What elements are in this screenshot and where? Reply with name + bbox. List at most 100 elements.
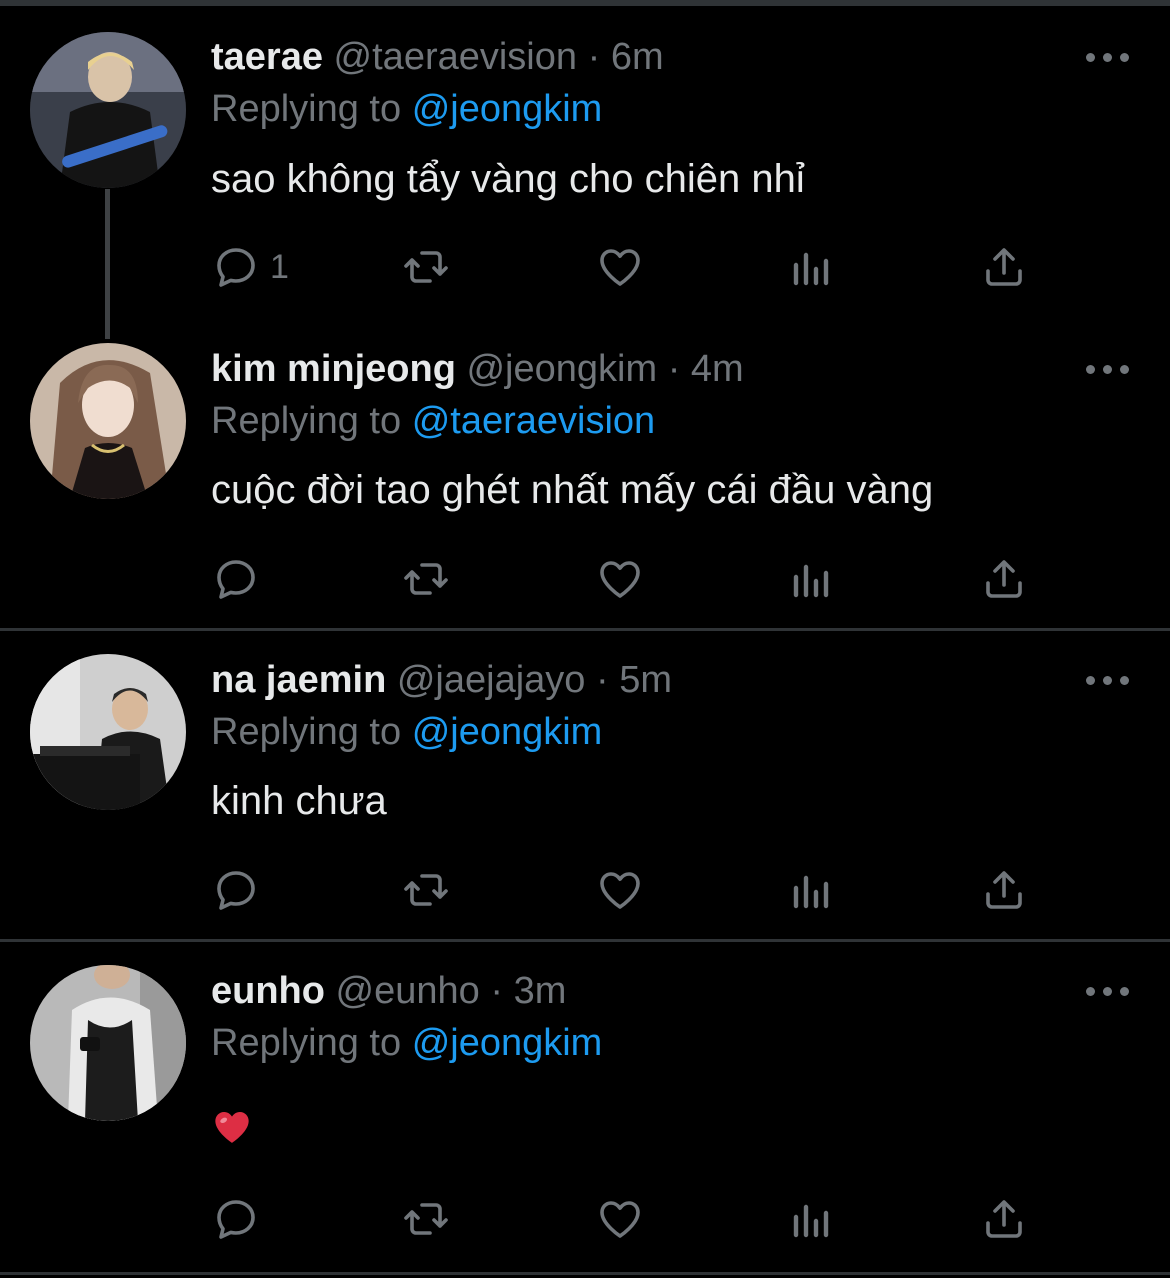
replying-label: Replying to	[211, 711, 402, 753]
like-button[interactable]	[596, 242, 644, 292]
replying-to: Replying to @jeongkim	[211, 709, 602, 755]
views-icon	[793, 252, 829, 286]
user-handle[interactable]: @taeraevision	[334, 36, 577, 78]
avatar[interactable]	[30, 965, 186, 1121]
replying-to: Replying to @jeongkim	[211, 1020, 602, 1066]
replying-label: Replying to	[211, 1022, 402, 1064]
heart-icon	[600, 872, 640, 909]
action-bar	[212, 865, 1072, 915]
timestamp[interactable]: 5m	[619, 659, 672, 701]
heart-icon	[600, 249, 640, 286]
timestamp[interactable]: 6m	[611, 36, 664, 78]
retweet-button[interactable]	[402, 554, 450, 604]
reply-button[interactable]: 1	[212, 242, 289, 292]
heart-icon	[600, 561, 640, 598]
separator-dot: ·	[596, 659, 609, 701]
more-options-button[interactable]	[1086, 50, 1130, 64]
reply-feed: taerae @taeraevision · 6m Replying to @j…	[0, 0, 1170, 1278]
avatar-image	[30, 343, 186, 499]
retweet-icon	[404, 1203, 448, 1235]
share-icon	[986, 871, 1022, 909]
share-icon	[986, 1200, 1022, 1238]
user-handle[interactable]: @eunho	[336, 970, 480, 1012]
replying-label: Replying to	[211, 400, 402, 442]
replying-to: Replying to @taeraevision	[211, 398, 655, 444]
replying-to: Replying to @jeongkim	[211, 86, 602, 132]
reply-count: 1	[270, 247, 289, 286]
avatar[interactable]	[30, 343, 186, 499]
separator-dot: ·	[490, 970, 504, 1012]
display-name[interactable]: kim minjeong	[211, 348, 456, 390]
tweet-header: na jaemin @jaejajayo · 5m	[211, 657, 672, 703]
reply-icon	[217, 1200, 255, 1239]
reply-icon	[217, 871, 255, 910]
separator-dot: ·	[667, 348, 681, 390]
replying-handle-link[interactable]: @jeongkim	[412, 1022, 603, 1064]
reply-button[interactable]	[212, 554, 260, 604]
avatar-image	[30, 965, 186, 1121]
share-button[interactable]	[980, 865, 1028, 915]
user-handle[interactable]: @jeongkim	[466, 348, 657, 390]
timestamp[interactable]: 4m	[691, 348, 744, 390]
thread-connector	[105, 189, 110, 339]
more-options-button[interactable]	[1086, 362, 1130, 376]
retweet-button[interactable]	[402, 865, 450, 915]
like-button[interactable]	[596, 554, 644, 604]
action-bar	[212, 554, 1072, 604]
share-icon	[986, 248, 1022, 286]
red-heart-emoji	[215, 1112, 249, 1143]
views-button[interactable]	[788, 242, 836, 292]
tweet-kim-minjeong[interactable]: kim minjeong @jeongkim · 4m Replying to …	[0, 320, 1170, 630]
avatar-image	[30, 32, 186, 188]
reply-button[interactable]	[212, 1194, 260, 1244]
views-icon	[793, 875, 829, 909]
tweet-text: cuộc đời tao ghét nhất mấy cái đầu vàng	[211, 468, 934, 512]
more-options-button[interactable]	[1086, 673, 1130, 687]
share-button[interactable]	[980, 554, 1028, 604]
action-bar: 1	[212, 242, 1072, 292]
reply-button[interactable]	[212, 865, 260, 915]
views-button[interactable]	[788, 554, 836, 604]
retweet-button[interactable]	[402, 242, 450, 292]
tweet-divider	[0, 1272, 1170, 1275]
heart-icon	[600, 1201, 640, 1238]
tweet-header: kim minjeong @jeongkim · 4m	[211, 346, 744, 392]
reply-icon	[217, 560, 255, 599]
display-name[interactable]: eunho	[211, 970, 325, 1012]
tweet-text: sao không tẩy vàng cho chiên nhỉ	[211, 157, 805, 201]
replying-handle-link[interactable]: @jeongkim	[412, 711, 603, 753]
like-button[interactable]	[596, 865, 644, 915]
more-options-button[interactable]	[1086, 984, 1130, 998]
avatar-image	[30, 654, 186, 810]
views-button[interactable]	[788, 865, 836, 915]
avatar[interactable]	[30, 32, 186, 188]
timestamp[interactable]: 3m	[514, 970, 567, 1012]
retweet-icon	[404, 563, 448, 595]
action-bar	[212, 1194, 1072, 1244]
replying-label: Replying to	[211, 88, 402, 130]
tweet-eunho[interactable]: eunho @eunho · 3m Replying to @jeongkim	[0, 942, 1170, 1272]
avatar[interactable]	[30, 654, 186, 810]
tweet-header: eunho @eunho · 3m	[211, 968, 566, 1014]
tweet-header: taerae @taeraevision · 6m	[211, 34, 664, 80]
replying-handle-link[interactable]: @jeongkim	[412, 88, 603, 130]
display-name[interactable]: na jaemin	[211, 659, 386, 701]
reply-icon	[217, 248, 255, 287]
views-icon	[793, 564, 829, 598]
tweet-text: kinh chưa	[211, 779, 387, 823]
replying-handle-link[interactable]: @taeraevision	[412, 400, 655, 442]
share-icon	[986, 560, 1022, 598]
views-icon	[793, 1204, 829, 1238]
share-button[interactable]	[980, 242, 1028, 292]
tweet-taerae[interactable]: taerae @taeraevision · 6m Replying to @j…	[0, 0, 1170, 339]
retweet-button[interactable]	[402, 1194, 450, 1244]
user-handle[interactable]: @jaejajayo	[397, 659, 586, 701]
retweet-icon	[404, 251, 448, 283]
views-button[interactable]	[788, 1194, 836, 1244]
display-name[interactable]: taerae	[211, 36, 323, 78]
share-button[interactable]	[980, 1194, 1028, 1244]
tweet-na-jaemin[interactable]: na jaemin @jaejajayo · 5m Replying to @j…	[0, 631, 1170, 940]
like-button[interactable]	[596, 1194, 644, 1244]
retweet-icon	[404, 874, 448, 906]
separator-dot: ·	[587, 36, 601, 78]
